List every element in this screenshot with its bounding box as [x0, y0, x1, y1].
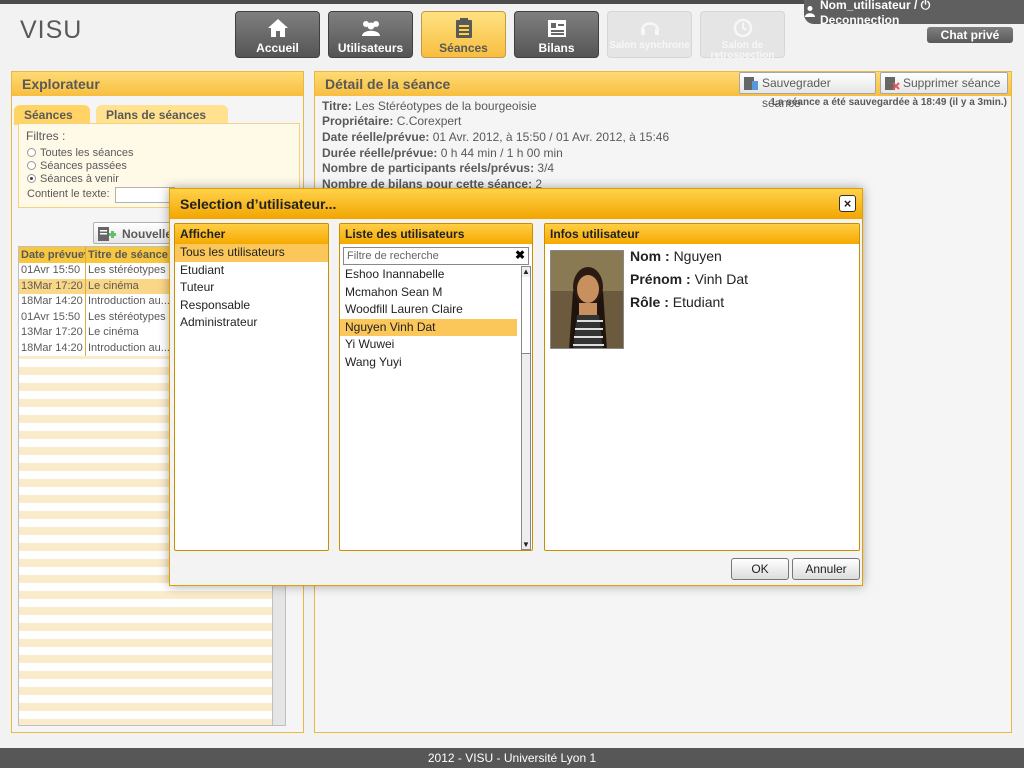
info-value: Nguyen [673, 248, 722, 264]
info-label: Rôle : [630, 294, 669, 310]
user-prenom-line: Prénom : Vinh Dat [630, 271, 748, 287]
search-placeholder: Filtre de recherche [347, 250, 439, 262]
afficher-option[interactable]: Tuteur [175, 279, 328, 297]
info-value: Etudiant [672, 294, 725, 310]
afficher-title: Afficher [175, 224, 328, 244]
user-info-column: Infos utilisateur Nom : Nguyen Prénom : … [544, 223, 860, 551]
user-list-item[interactable]: Woodfill Lauren Claire [340, 301, 517, 319]
afficher-option[interactable]: Etudiant [175, 262, 328, 280]
user-list-item[interactable]: Wang Yuyi [340, 354, 517, 372]
afficher-option[interactable]: Tous les utilisateurs [175, 244, 328, 262]
afficher-option[interactable]: Administrateur [175, 314, 328, 332]
user-search-input[interactable]: Filtre de recherche ✖ [343, 247, 529, 265]
scroll-up-icon[interactable]: ▲ [522, 267, 530, 276]
user-list-item[interactable]: Mcmahon Sean M [340, 284, 517, 302]
cancel-button[interactable]: Annuler [792, 558, 860, 580]
user-photo [550, 250, 624, 349]
user-list: Eshoo Inannabelle Mcmahon Sean M Woodfil… [340, 266, 520, 552]
user-list-title: Liste des utilisateurs [340, 224, 532, 244]
ok-button[interactable]: OK [731, 558, 789, 580]
scroll-thumb[interactable] [522, 277, 530, 354]
user-list-item[interactable]: Yi Wuwei [340, 336, 517, 354]
dialog-title: Selection d’utilisateur... [170, 189, 862, 219]
user-role-line: Rôle : Etudiant [630, 294, 724, 310]
info-label: Nom : [630, 248, 670, 264]
user-list-item[interactable]: Nguyen Vinh Dat [340, 318, 517, 336]
user-list-column: Liste des utilisateurs Filtre de recherc… [339, 223, 533, 551]
info-label: Prénom : [630, 271, 691, 287]
user-info-title: Infos utilisateur [545, 224, 859, 244]
afficher-option[interactable]: Responsable [175, 297, 328, 315]
user-selection-dialog: Selection d’utilisateur... × Afficher To… [169, 188, 863, 586]
scroll-down-icon[interactable]: ▼ [522, 540, 530, 549]
afficher-column: Afficher Tous les utilisateurs Etudiant … [174, 223, 329, 551]
close-icon[interactable]: × [839, 195, 856, 212]
user-list-scrollbar[interactable]: ▲ ▼ [521, 266, 531, 550]
clear-search-icon[interactable]: ✖ [514, 249, 526, 261]
user-nom-line: Nom : Nguyen [630, 248, 722, 264]
info-value: Vinh Dat [694, 271, 749, 287]
user-list-item[interactable]: Eshoo Inannabelle [340, 266, 517, 284]
